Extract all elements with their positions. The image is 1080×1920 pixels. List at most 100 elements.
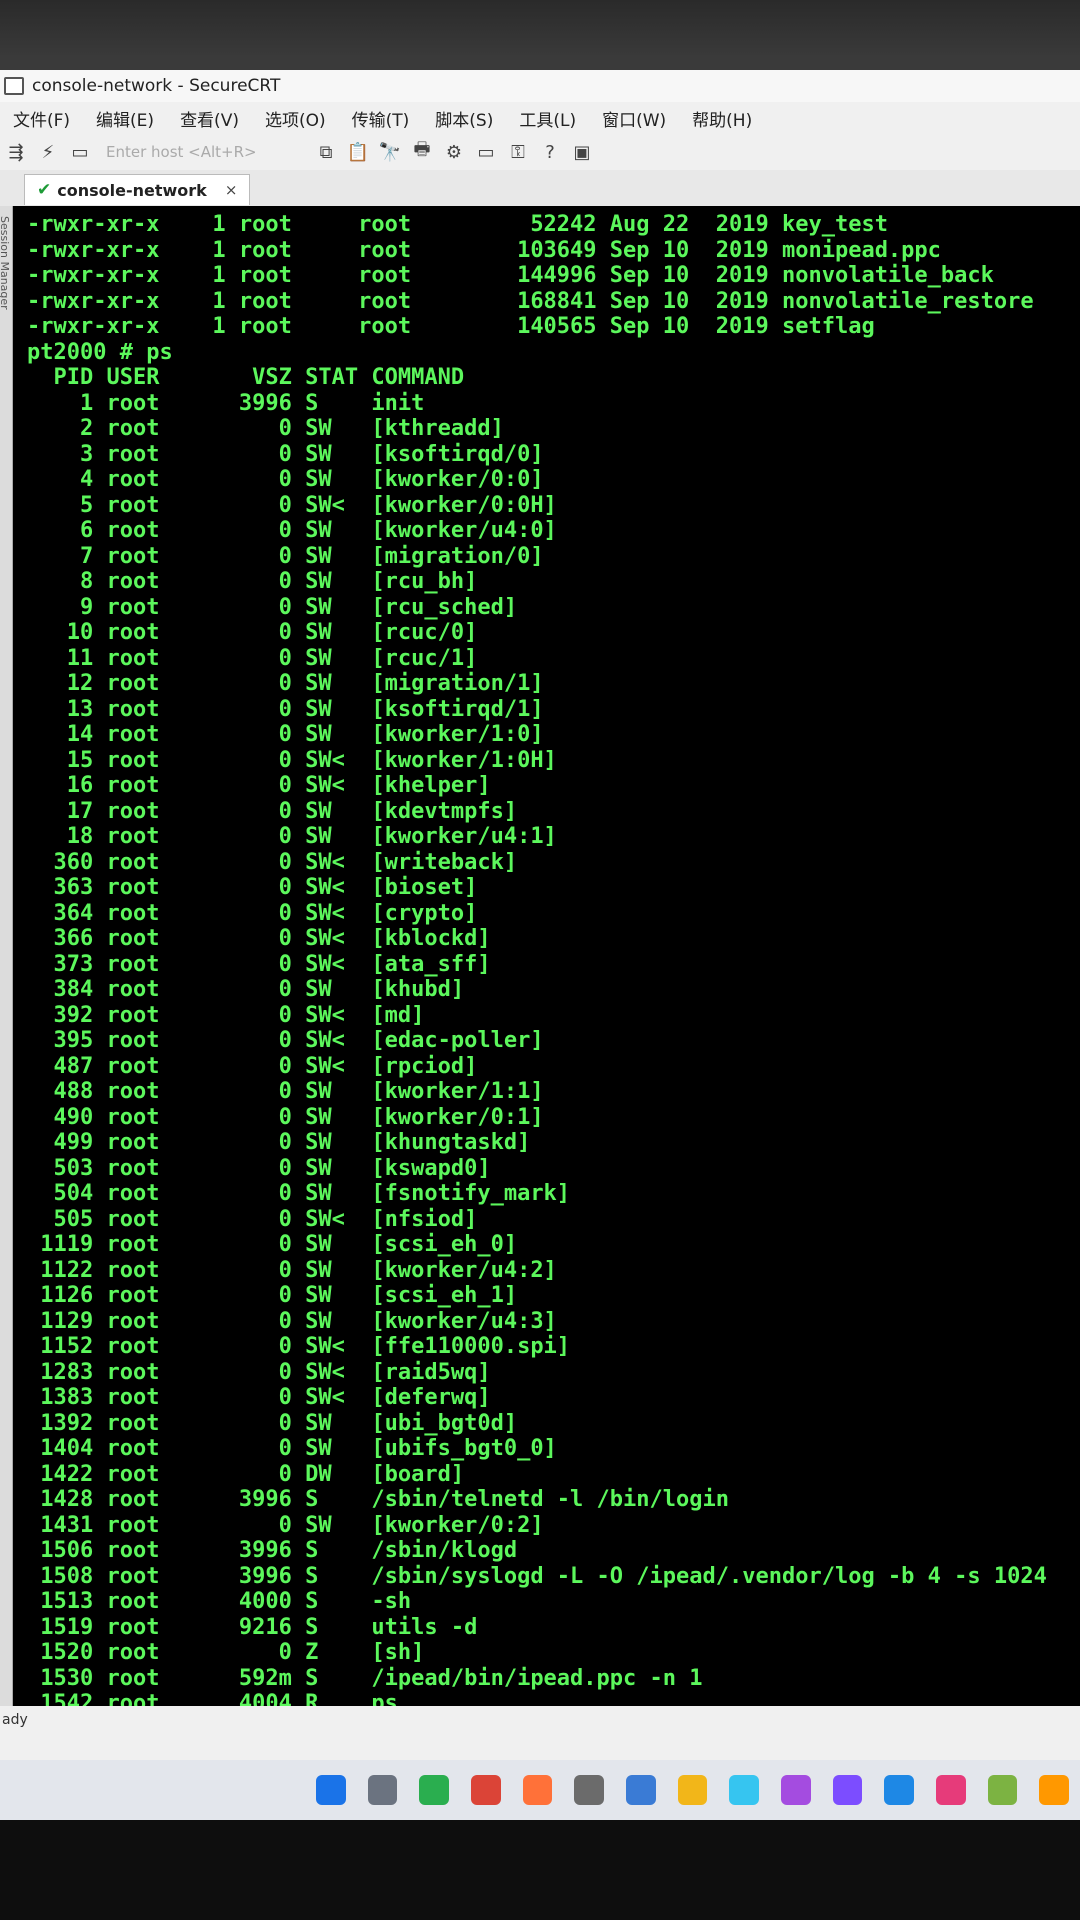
terminal-line: 1 root 3996 S init — [27, 390, 425, 416]
menu-script[interactable]: 脚本(S) — [422, 106, 506, 131]
terminal-line: 9 root 0 SW [rcu_sched] — [27, 594, 518, 620]
connect-icon[interactable]: ⇶ — [5, 141, 27, 163]
sublime-icon[interactable] — [1039, 1775, 1070, 1805]
menu-help[interactable]: 帮助(H) — [679, 106, 765, 131]
menu-file[interactable]: 文件(F) — [0, 106, 83, 131]
terminal-line: 11 root 0 SW [rcuc/1] — [27, 645, 478, 671]
session-tab-icon[interactable]: ▭ — [69, 141, 91, 163]
terminal-line: 17 root 0 SW [kdevtmpfs] — [27, 798, 518, 824]
terminal-line: 1520 root 0 Z [sh] — [27, 1640, 425, 1665]
monitor-bezel — [0, 1820, 1080, 1920]
print-icon[interactable]: 🖶 — [411, 139, 433, 163]
terminal-line: 16 root 0 SW< [khelper] — [27, 773, 491, 798]
session-manager-pane[interactable]: Session Manager — [0, 206, 13, 1706]
terminal-line: pt2000 # ps — [27, 339, 173, 365]
terminal-line: 490 root 0 SW [kworker/0:1] — [27, 1104, 544, 1130]
menu-window[interactable]: 窗口(W) — [589, 106, 679, 131]
securecrt-window: console-network - SecureCRT 文件(F) 编辑(E) … — [0, 70, 1080, 1760]
notepad-icon[interactable] — [987, 1775, 1018, 1805]
terminal-line: 5 root 0 SW< [kworker/0:0H] — [27, 492, 557, 518]
terminal-line: 15 root 0 SW< [kworker/1:0H] — [27, 747, 557, 773]
terminal-line: 1119 root 0 SW [scsi_eh_0] — [27, 1232, 518, 1257]
menu-bar: 文件(F) 编辑(E) 查看(V) 选项(O) 传输(T) 脚本(S) 工具(L… — [0, 102, 1080, 134]
terminal-line: -rwxr-xr-x 1 root root 168841 Sep 10 201… — [27, 288, 1034, 314]
close-tab-icon[interactable]: × — [225, 181, 238, 199]
tab-bar: ✔ console-network × — [0, 170, 1080, 207]
wechat-icon[interactable] — [419, 1775, 450, 1805]
securecrt-icon[interactable] — [574, 1775, 605, 1805]
terminal-line: 1283 root 0 SW< [raid5wq] — [27, 1359, 491, 1385]
terminal-line: 7 root 0 SW [migration/0] — [27, 543, 544, 569]
terminal-line: 1513 root 4000 S -sh — [27, 1589, 412, 1614]
terminal-line: 395 root 0 SW< [edac-poller] — [27, 1028, 544, 1053]
title-bar: console-network - SecureCRT — [0, 70, 1080, 102]
terminal-line: 1392 root 0 SW [ubi_bgt0d] — [27, 1410, 518, 1436]
paste-icon[interactable]: 📋 — [347, 141, 369, 163]
terminal-line: 392 root 0 SW< [md] — [27, 1002, 425, 1028]
terminal-line: 499 root 0 SW [khungtaskd] — [27, 1130, 531, 1155]
terminal-line: 363 root 0 SW< [bioset] — [27, 875, 478, 900]
task-view-icon[interactable] — [367, 1775, 398, 1805]
menu-view[interactable]: 查看(V) — [167, 106, 252, 131]
menu-options[interactable]: 选项(O) — [252, 106, 339, 131]
toolbar: ⇶ ⚡ ▭ Enter host <Alt+R> ⧉ 📋 🔭 🖶 ⚙ ▭ ⚿ ?… — [0, 134, 1080, 170]
status-text: ady — [2, 1712, 28, 1728]
windows-taskbar — [0, 1760, 1080, 1820]
key-icon[interactable]: ⚿ — [507, 141, 529, 163]
terminal-line: 1129 root 0 SW [kworker/u4:3] — [27, 1308, 557, 1334]
terminal-line: 1122 root 0 SW [kworker/u4:2] — [27, 1257, 557, 1283]
terminal-line: -rwxr-xr-x 1 root root 52242 Aug 22 2019… — [27, 212, 888, 237]
terminal-line: 12 root 0 SW [migration/1] — [27, 671, 544, 696]
vscode-icon[interactable] — [884, 1775, 915, 1805]
terminal-line: 505 root 0 SW< [nfsiod] — [27, 1206, 478, 1232]
terminal-line: -rwxr-xr-x 1 root root 140565 Sep 10 201… — [27, 314, 875, 339]
terminal-line: 4 root 0 SW [kworker/0:0] — [27, 467, 544, 492]
visual-studio-icon[interactable] — [832, 1775, 863, 1805]
windows-start-icon[interactable] — [316, 1775, 346, 1805]
window-title: console-network - SecureCRT — [32, 76, 281, 96]
terminal-line: 3 root 0 SW [ksoftirqd/0] — [27, 441, 544, 467]
remote-desktop-icon[interactable] — [626, 1775, 656, 1805]
terminal-line: 488 root 0 SW [kworker/1:1] — [27, 1079, 544, 1104]
terminal-line: 1404 root 0 SW [ubifs_bgt0_0] — [27, 1436, 557, 1461]
help-icon[interactable]: ? — [539, 141, 561, 163]
keymap-icon[interactable]: ▭ — [475, 141, 497, 163]
session-manager-label: Session Manager — [0, 216, 11, 310]
firefox-icon[interactable] — [522, 1775, 553, 1805]
sftp-icon[interactable]: ▣ — [571, 141, 593, 163]
terminal-line: 1519 root 9216 S utils -d — [27, 1614, 478, 1640]
menu-edit[interactable]: 编辑(E) — [83, 106, 167, 131]
find-icon[interactable]: 🔭 — [379, 141, 401, 163]
screenshot-icon[interactable] — [781, 1775, 811, 1805]
menu-tools[interactable]: 工具(L) — [506, 106, 589, 131]
terminal-line: 360 root 0 SW< [writeback] — [27, 849, 518, 875]
terminal-line: 1126 root 0 SW [scsi_eh_1] — [27, 1283, 518, 1308]
terminal-line: 10 root 0 SW [rcuc/0] — [27, 620, 478, 645]
tab-label: console-network — [57, 180, 207, 200]
terminal-line: 2 root 0 SW [kthreadd] — [27, 416, 504, 441]
terminal-line: -rwxr-xr-x 1 root root 144996 Sep 10 201… — [27, 263, 994, 288]
quick-connect-icon[interactable]: ⚡ — [37, 141, 59, 163]
terminal-line: 1431 root 0 SW [kworker/0:2] — [27, 1512, 544, 1538]
settings-gear-icon[interactable]: ⚙ — [443, 141, 465, 163]
host-input[interactable]: Enter host <Alt+R> — [106, 141, 296, 163]
terminal-line: 1508 root 3996 S /sbin/syslogd -L -O /ip… — [27, 1563, 1047, 1589]
copy-icon[interactable]: ⧉ — [315, 141, 337, 163]
terminal-output[interactable]: -rwxr-xr-x 1 root root 52242 Aug 22 2019… — [13, 206, 1080, 1706]
terminal-line: 18 root 0 SW [kworker/u4:1] — [27, 824, 557, 849]
terminal-line: 1422 root 0 DW [board] — [27, 1461, 465, 1487]
terminal-line: 6 root 0 SW [kworker/u4:0] — [27, 518, 557, 543]
terminal-line: 13 root 0 SW [ksoftirqd/1] — [27, 696, 544, 722]
chrome-icon[interactable] — [471, 1775, 501, 1805]
slack-icon[interactable] — [729, 1775, 760, 1805]
terminal-line: 504 root 0 SW [fsnotify_mark] — [27, 1181, 571, 1206]
terminal-line: 503 root 0 SW [kswapd0] — [27, 1155, 491, 1181]
terminal-line: 487 root 0 SW< [rpciod] — [27, 1053, 478, 1079]
terminal-line: 1383 root 0 SW< [deferwq] — [27, 1385, 491, 1410]
menu-transfer[interactable]: 传输(T) — [339, 106, 423, 131]
terminal-line: 1152 root 0 SW< [ffe110000.spi] — [27, 1334, 571, 1359]
jetbrains-icon[interactable] — [936, 1775, 966, 1805]
terminal-line: 364 root 0 SW< [crypto] — [27, 900, 478, 926]
file-explorer-icon[interactable] — [677, 1775, 708, 1805]
tab-console-network[interactable]: ✔ console-network × — [24, 174, 251, 205]
